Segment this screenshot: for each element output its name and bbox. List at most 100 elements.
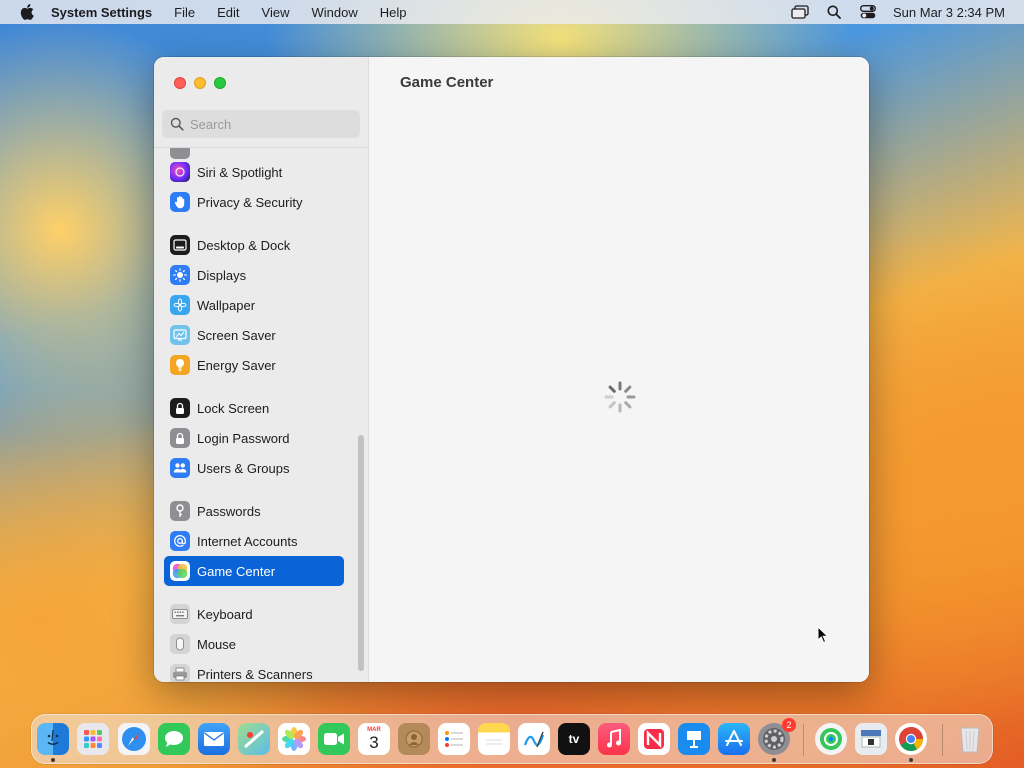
notes-icon[interactable] xyxy=(478,723,510,755)
notification-badge: 2 xyxy=(782,718,796,732)
sidebar-item-label: Privacy & Security xyxy=(197,194,303,210)
users-icon xyxy=(170,458,190,478)
sidebar-list: Siri & Spotlight Privacy & Security Desk… xyxy=(154,147,369,682)
photos-icon[interactable] xyxy=(278,723,310,755)
sidebar-item-label: Screen Saver xyxy=(197,327,276,343)
news-icon[interactable] xyxy=(638,723,670,755)
printer-icon xyxy=(170,664,190,682)
menu-file[interactable]: File xyxy=(174,5,195,20)
key-icon xyxy=(170,501,190,521)
dock-separator xyxy=(942,724,943,756)
sidebar-item-wallpaper[interactable]: Wallpaper xyxy=(164,290,344,320)
sidebar-item-siri-spotlight[interactable]: Siri & Spotlight xyxy=(164,157,344,187)
sidebar-scrollbar[interactable] xyxy=(358,435,364,671)
maps-icon[interactable] xyxy=(238,723,270,755)
menu-window[interactable]: Window xyxy=(311,5,357,20)
reminders-icon[interactable] xyxy=(438,723,470,755)
sidebar-item-label: Passwords xyxy=(197,503,261,519)
chrome-running-dot xyxy=(909,758,913,762)
dock-icon xyxy=(170,235,190,255)
search-input[interactable] xyxy=(190,116,350,132)
apple-tv-icon[interactable]: tv xyxy=(558,723,590,755)
bulb-icon xyxy=(170,355,190,375)
control-center-icon[interactable] xyxy=(859,3,877,21)
sidebar: Siri & Spotlight Privacy & Security Desk… xyxy=(154,57,369,682)
minimize-button[interactable] xyxy=(194,77,206,89)
menu-edit[interactable]: Edit xyxy=(217,5,239,20)
hand-icon xyxy=(170,192,190,212)
sidebar-item-screen-saver[interactable]: Screen Saver xyxy=(164,320,344,350)
sidebar-item-lock-screen[interactable]: Lock Screen xyxy=(164,393,344,423)
music-icon[interactable] xyxy=(598,723,630,755)
padlock-icon xyxy=(170,428,190,448)
sidebar-item-label: Siri & Spotlight xyxy=(197,164,283,180)
sidebar-item-desktop-dock[interactable]: Desktop & Dock xyxy=(164,230,344,260)
sidebar-item-label: Game Center xyxy=(197,563,276,579)
search-icon xyxy=(170,117,184,131)
chrome-icon[interactable] xyxy=(895,723,927,755)
sidebar-item-keyboard[interactable]: Keyboard xyxy=(164,599,344,629)
apple-menu-icon[interactable] xyxy=(17,0,37,24)
screen-saver-icon xyxy=(170,325,190,345)
loading-spinner-icon xyxy=(604,381,636,413)
mail-icon[interactable] xyxy=(198,723,230,755)
facetime-icon[interactable] xyxy=(318,723,350,755)
sidebar-item-mouse[interactable]: Mouse xyxy=(164,629,344,659)
app-name-menu[interactable]: System Settings xyxy=(51,5,152,20)
contacts-icon[interactable] xyxy=(398,723,430,755)
sun-icon xyxy=(170,265,190,285)
find-my-icon[interactable] xyxy=(815,723,847,755)
freeform-icon[interactable] xyxy=(518,723,550,755)
sidebar-item-label: Login Password xyxy=(197,430,290,446)
menu-bar-clock[interactable]: Sun Mar 3 2:34 PM xyxy=(893,5,1005,20)
menu-view[interactable]: View xyxy=(262,5,290,20)
settings-running-dot xyxy=(772,758,776,762)
sidebar-item-game-center[interactable]: Game Center xyxy=(164,556,344,586)
sidebar-item-passwords[interactable]: Passwords xyxy=(164,496,344,526)
spotlight-search-icon[interactable] xyxy=(825,3,843,21)
siri-icon xyxy=(170,162,190,182)
tv-label: tv xyxy=(568,732,580,746)
dock: MAR 3 tv 2 xyxy=(31,714,993,764)
sidebar-item-label: Users & Groups xyxy=(197,460,290,476)
content-pane: Game Center xyxy=(370,57,869,682)
sidebar-item-label: Lock Screen xyxy=(197,400,270,416)
close-button[interactable] xyxy=(174,77,186,89)
sidebar-item-label: Desktop & Dock xyxy=(197,237,291,253)
sidebar-item-label: Keyboard xyxy=(197,606,253,622)
dock-separator xyxy=(803,724,804,756)
sidebar-item-internet-accounts[interactable]: Internet Accounts xyxy=(164,526,344,556)
calendar-day: 3 xyxy=(369,733,379,752)
zoom-button[interactable] xyxy=(214,77,226,89)
sidebar-item-energy-saver[interactable]: Energy Saver xyxy=(164,350,344,380)
sidebar-item-label: Displays xyxy=(197,267,247,283)
game-center-icon xyxy=(170,561,190,581)
finder-icon[interactable] xyxy=(37,723,69,755)
launchpad-icon[interactable] xyxy=(77,723,109,755)
sidebar-item-displays[interactable]: Displays xyxy=(164,260,344,290)
search-field[interactable] xyxy=(162,110,360,138)
sidebar-item-login-password[interactable]: Login Password xyxy=(164,423,344,453)
at-icon xyxy=(170,531,190,551)
trash-icon[interactable] xyxy=(954,723,986,755)
system-settings-window: Siri & Spotlight Privacy & Security Desk… xyxy=(154,57,869,682)
app-store-icon[interactable] xyxy=(718,723,750,755)
keynote-icon[interactable] xyxy=(678,723,710,755)
sidebar-item-label: Wallpaper xyxy=(197,297,256,313)
messages-icon[interactable] xyxy=(158,723,190,755)
page-title: Game Center xyxy=(400,74,494,91)
keyboard-icon xyxy=(170,604,190,624)
lock-icon xyxy=(170,398,190,418)
sidebar-item-printers-scanners[interactable]: Printers & Scanners xyxy=(164,659,344,682)
sidebar-item-label: Printers & Scanners xyxy=(197,666,313,682)
safari-icon[interactable] xyxy=(118,723,150,755)
sidebar-item-label: Energy Saver xyxy=(197,357,276,373)
sidebar-item-label: Mouse xyxy=(197,636,237,652)
calendar-icon[interactable]: MAR 3 xyxy=(358,723,390,755)
preview-icon[interactable] xyxy=(855,723,887,755)
sidebar-item-privacy-security[interactable]: Privacy & Security xyxy=(164,187,344,217)
screen-mirroring-icon[interactable] xyxy=(791,3,809,21)
menu-bar: System Settings File Edit View Window He… xyxy=(0,0,1024,24)
sidebar-item-users-groups[interactable]: Users & Groups xyxy=(164,453,344,483)
menu-help[interactable]: Help xyxy=(380,5,407,20)
